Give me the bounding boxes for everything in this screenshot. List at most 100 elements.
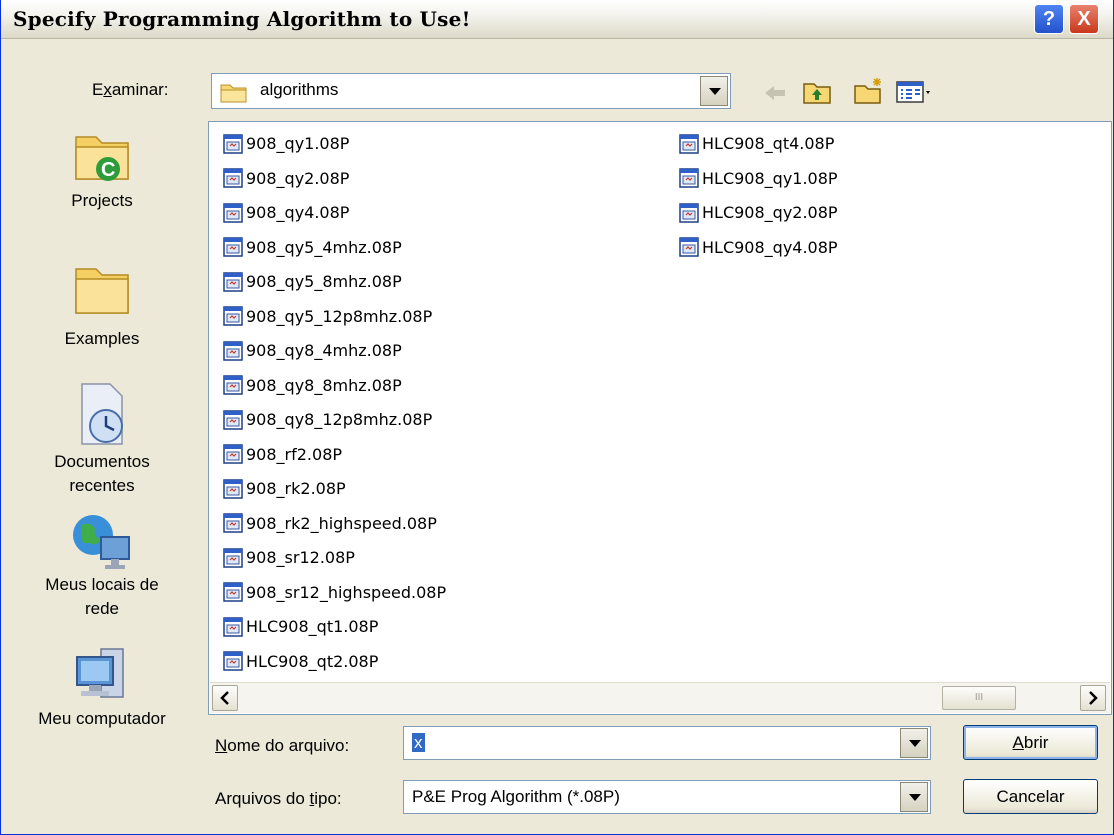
- algorithm-file-icon: [223, 202, 243, 223]
- file-name: HLC908_qt1.08P: [246, 617, 379, 636]
- algorithm-file-icon: [223, 444, 243, 464]
- file-item[interactable]: HLC908_qy1.08P: [679, 162, 838, 195]
- open-button[interactable]: Abrir: [963, 725, 1098, 760]
- scroll-thumb[interactable]: III: [942, 686, 1016, 710]
- file-name: 908_qy1.08P: [246, 134, 350, 153]
- file-name: 908_qy8_8mhz.08P: [246, 375, 402, 395]
- cancel-button[interactable]: Cancelar: [963, 779, 1098, 814]
- file-name: 908_rk2.08P: [246, 479, 346, 498]
- algorithm-file-icon: [223, 616, 243, 637]
- file-item[interactable]: HLC908_qt2.08P: [223, 645, 378, 678]
- recent-documents-icon: [81, 383, 123, 445]
- svg-text:C: C: [101, 159, 115, 181]
- algorithm-file-icon: [679, 237, 699, 257]
- algorithm-file-icon: [223, 237, 243, 257]
- algorithm-file-icon: [223, 168, 243, 188]
- file-item[interactable]: 908_qy8_4mhz.08P: [223, 334, 402, 367]
- look-in-dropdown-arrow[interactable]: [700, 76, 728, 106]
- file-item[interactable]: 908_rk2_highspeed.08P: [223, 507, 437, 540]
- file-item[interactable]: 908_qy1.08P: [223, 127, 349, 160]
- algorithm-file-icon: [223, 651, 243, 671]
- file-name: 908_qy4.08P: [246, 203, 350, 222]
- file-name: HLC908_qt2.08P: [246, 651, 379, 671]
- file-item[interactable]: 908_sr12_highspeed.08P: [223, 576, 446, 609]
- file-name: 908_rk2_highspeed.08P: [246, 513, 437, 533]
- file-item[interactable]: HLC908_qy4.08P: [679, 231, 838, 264]
- file-name: HLC908_qy1.08P: [702, 168, 838, 188]
- horizontal-scrollbar[interactable]: III: [210, 682, 1110, 713]
- file-item[interactable]: 908_qy4.08P: [223, 196, 349, 229]
- algorithm-file-icon: [223, 478, 243, 499]
- close-icon: X: [1077, 8, 1091, 30]
- close-button[interactable]: X: [1069, 4, 1099, 34]
- filetype-dropdown-arrow[interactable]: [900, 782, 928, 812]
- view-menu-icon[interactable]: [895, 80, 935, 104]
- file-item[interactable]: 908_qy8_8mhz.08P: [223, 369, 402, 402]
- place-recent-documents[interactable]: Documentos recentes: [7, 380, 197, 498]
- file-name: 908_qy5_12p8mhz.08P: [246, 306, 433, 326]
- place-my-computer[interactable]: Meu computador: [7, 645, 197, 731]
- network-places-icon: [73, 515, 130, 569]
- filename-label: Nome do arquivo:: [215, 736, 350, 755]
- algorithm-file-icon: [223, 133, 243, 154]
- file-item[interactable]: 908_qy5_12p8mhz.08P: [223, 300, 432, 333]
- algorithm-file-icon: [679, 202, 699, 223]
- filetype-label: Arquivos do tipo:: [215, 789, 342, 808]
- file-name: HLC908_qy2.08P: [702, 203, 838, 222]
- file-item[interactable]: 908_rf2.08P: [223, 438, 342, 471]
- folder-icon: [75, 268, 129, 314]
- file-item[interactable]: HLC908_qy2.08P: [679, 196, 838, 229]
- scroll-right-button[interactable]: [1080, 685, 1106, 711]
- file-item[interactable]: 908_qy8_12p8mhz.08P: [223, 403, 432, 436]
- filetype-select[interactable]: P&E Prog Algorithm (*.08P): [403, 780, 931, 814]
- file-item[interactable]: 908_qy5_8mhz.08P: [223, 265, 402, 298]
- algorithm-file-icon: [223, 306, 243, 326]
- look-in-combo[interactable]: algorithms: [211, 73, 731, 109]
- file-list[interactable]: 908_qy1.08P 908_qy2.08P 908_qy4.08P 908_qy5…: [208, 121, 1112, 715]
- window-title: Specify Programming Algorithm to Use!: [13, 7, 471, 31]
- projects-folder-icon: C: [75, 136, 129, 181]
- file-name: 908_qy2.08P: [246, 168, 350, 188]
- place-examples[interactable]: Examples: [7, 263, 197, 351]
- file-name: 908_qy5_4mhz.08P: [246, 237, 402, 257]
- file-item[interactable]: 908_rk2.08P: [223, 472, 346, 505]
- my-computer-icon: [76, 648, 124, 698]
- algorithm-file-icon: [223, 340, 243, 361]
- algorithm-file-icon: [223, 513, 243, 533]
- file-item[interactable]: HLC908_qt1.08P: [223, 610, 378, 643]
- algorithm-file-icon: [223, 409, 243, 430]
- file-name: HLC908_qt4.08P: [702, 134, 835, 153]
- filename-input[interactable]: x: [403, 726, 931, 760]
- file-name: 908_qy8_4mhz.08P: [246, 341, 402, 360]
- scroll-left-button[interactable]: [212, 685, 238, 711]
- file-name: 908_qy8_12p8mhz.08P: [246, 410, 433, 429]
- place-network[interactable]: Meus locais de rede: [7, 511, 197, 621]
- file-name: 908_sr12.08P: [246, 548, 355, 567]
- algorithm-file-icon: [223, 582, 243, 602]
- filename-dropdown-arrow[interactable]: [900, 728, 928, 758]
- file-name: 908_rf2.08P: [246, 444, 343, 464]
- algorithm-file-icon: [679, 168, 699, 188]
- algorithm-file-icon: [223, 547, 243, 568]
- file-item[interactable]: 908_qy5_4mhz.08P: [223, 231, 402, 264]
- algorithm-file-icon: [223, 271, 243, 292]
- places-bar: C Projects Examples Documentos recentes: [7, 123, 197, 748]
- chevron-right-icon: [1089, 691, 1098, 705]
- file-name: HLC908_qy4.08P: [702, 237, 838, 257]
- title-bar[interactable]: Specify Programming Algorithm to Use! ? …: [1, 0, 1113, 39]
- help-button[interactable]: ?: [1034, 4, 1064, 34]
- algorithm-file-icon: [679, 133, 699, 154]
- look-in-value: algorithms: [260, 80, 339, 99]
- chevron-left-icon: [220, 691, 229, 705]
- folder-icon: [220, 84, 247, 103]
- look-in-label: Examinar:: [92, 80, 169, 99]
- file-item[interactable]: HLC908_qt4.08P: [679, 127, 834, 160]
- algorithm-file-icon: [223, 375, 243, 395]
- file-item[interactable]: 908_sr12.08P: [223, 541, 355, 574]
- help-icon: ?: [1042, 8, 1056, 30]
- file-item[interactable]: 908_qy2.08P: [223, 162, 349, 195]
- back-icon[interactable]: [761, 82, 789, 104]
- place-projects[interactable]: C Projects: [7, 123, 197, 213]
- up-folder-icon[interactable]: [802, 79, 832, 105]
- new-folder-icon[interactable]: [853, 77, 885, 105]
